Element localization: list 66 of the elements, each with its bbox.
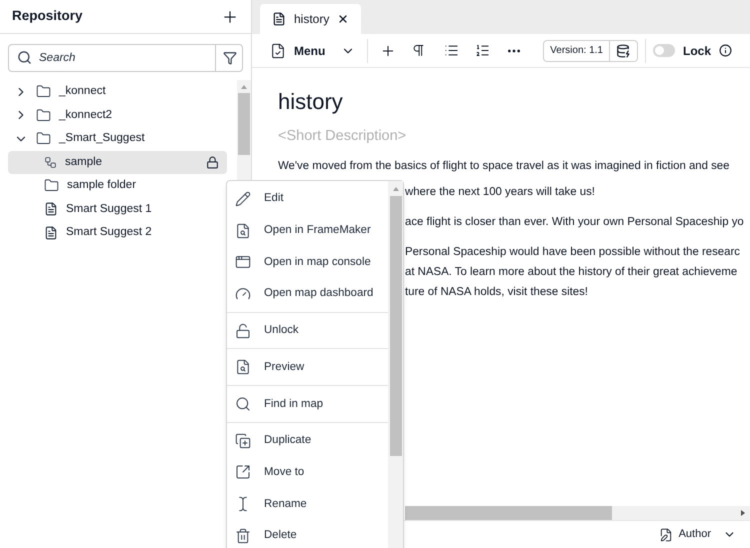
mode-dropdown[interactable]: Author — [658, 526, 736, 543]
lock-label: Lock — [682, 42, 711, 60]
file-search-icon — [235, 222, 251, 239]
folder-icon — [36, 131, 51, 146]
paragraph-line: at NASA. To learn more about the history of their great achieveme — [405, 264, 738, 280]
search-field[interactable]: Search — [8, 44, 243, 72]
menu-item[interactable]: Preview — [227, 351, 388, 384]
pencil-icon — [235, 190, 251, 207]
search-icon — [17, 50, 32, 65]
document-tab[interactable]: history — [260, 4, 362, 34]
gauge-icon — [235, 286, 251, 302]
menu-item[interactable]: Move to — [227, 456, 388, 488]
search-icon — [235, 396, 251, 412]
close-icon[interactable] — [337, 13, 350, 25]
short-description-field[interactable]: <Short Description> — [278, 126, 478, 148]
document-edit-icon — [658, 528, 673, 542]
paragraph-line: We've moved from the basics of flight to space travel as it was imagined in fiction and see — [278, 158, 730, 174]
paragraph-line: ace flight is closer than ever. With your own Personal Spaceship yo — [405, 214, 744, 230]
menu-item[interactable]: Edit — [227, 183, 388, 215]
menu-item[interactable]: Open map dashboard — [227, 278, 388, 310]
database-icon[interactable] — [616, 44, 630, 58]
paragraph-line: ture of NASA holds, visit these sites! — [405, 284, 588, 300]
folder-icon — [36, 108, 51, 123]
scrollbar[interactable] — [388, 181, 403, 548]
move-icon — [235, 464, 251, 480]
scroll-right-icon[interactable] — [740, 510, 746, 516]
tree-item[interactable]: sample folder — [8, 174, 227, 198]
menu-item[interactable]: Unlock — [227, 314, 388, 346]
file-search-icon — [235, 359, 251, 376]
paragraph-line: where the next 100 years will take us! — [405, 184, 595, 200]
menu-item[interactable]: Delete — [227, 520, 388, 548]
document-icon — [44, 226, 58, 240]
menu-item[interactable]: Duplicate — [227, 424, 388, 456]
scrollbar-thumb[interactable] — [405, 506, 612, 520]
version-label: Version: 1.1 — [549, 44, 604, 58]
folder-icon — [36, 84, 51, 100]
duplicate-icon — [235, 432, 251, 449]
numbered-list-icon[interactable] — [475, 43, 490, 58]
window-icon — [235, 254, 251, 270]
panel-title: Repository — [12, 7, 83, 26]
paragraph-line: Personal Spaceship would have been possible without the researc — [405, 244, 740, 260]
tree-item[interactable]: Smart Suggest 1 — [8, 198, 227, 221]
tree-item[interactable]: sample — [8, 150, 227, 174]
menu-item[interactable]: Open in map console — [227, 246, 388, 278]
bulleted-list-icon[interactable] — [444, 43, 460, 58]
tree-item[interactable]: Smart Suggest 2 — [8, 221, 227, 244]
tree-item[interactable]: _Smart_Suggest — [8, 127, 227, 150]
document-title: history — [278, 88, 344, 116]
menu-item[interactable]: Find in map — [227, 388, 388, 420]
menu-item[interactable]: Rename — [227, 488, 388, 520]
scrollbar-thumb[interactable] — [390, 196, 402, 456]
scrollbar-thumb[interactable] — [238, 93, 250, 155]
document-icon — [44, 202, 58, 216]
lock-toggle[interactable] — [652, 44, 675, 57]
tree-item[interactable]: _konnect — [8, 80, 227, 104]
paragraph-icon[interactable] — [411, 43, 426, 58]
document-check-icon — [270, 42, 286, 58]
menu-item[interactable]: Open in FrameMaker — [227, 214, 388, 246]
info-icon[interactable] — [719, 44, 732, 57]
document-icon — [272, 12, 286, 26]
trash-icon — [235, 528, 251, 544]
tree-item[interactable]: _konnect2 — [8, 104, 227, 127]
unlock-icon — [235, 322, 251, 339]
filter-icon[interactable] — [222, 51, 236, 65]
menu-button[interactable]: Menu — [270, 38, 368, 62]
folder-icon — [44, 178, 59, 194]
